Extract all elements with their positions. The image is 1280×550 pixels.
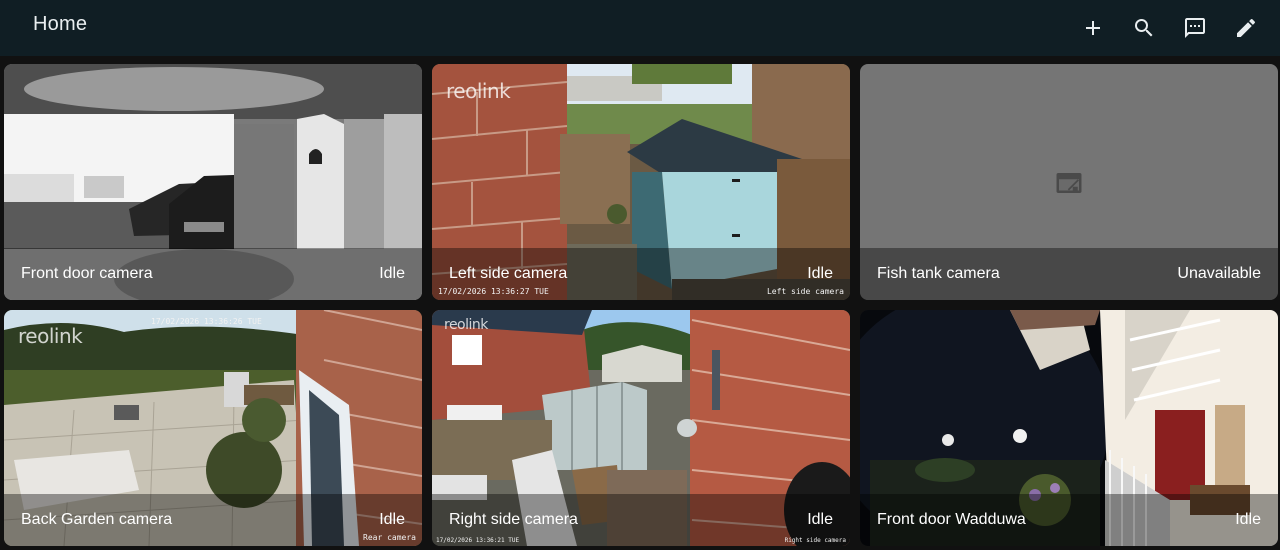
search-icon [1135, 19, 1153, 37]
reolink-logo: reolink [18, 324, 83, 348]
camera-card-right-side[interactable]: reolink Right side camera Idle 17/02/202… [432, 310, 850, 546]
camera-name: Left side camera [449, 265, 568, 282]
camera-card-front-door-wadduwa[interactable]: Front door Wadduwa Idle [860, 310, 1278, 546]
assist-button[interactable] [1175, 8, 1215, 48]
edit-button[interactable] [1226, 8, 1266, 48]
image-unavailable-icon [1056, 173, 1082, 193]
message-icon [1185, 18, 1205, 38]
plus-icon [1086, 21, 1100, 35]
search-button[interactable] [1124, 8, 1164, 48]
header-actions [1062, 8, 1266, 48]
camera-name: Right side camera [449, 511, 578, 528]
camera-state: Idle [1235, 511, 1261, 528]
camera-name: Back Garden camera [21, 511, 173, 528]
camera-state: Idle [807, 265, 833, 282]
camera-caption: Fish tank camera Unavailable [860, 248, 1278, 300]
camera-state: Idle [807, 511, 833, 528]
camera-card-left-side[interactable]: reolink Left side camera Idle 17/02/2026… [432, 64, 850, 300]
camera-caption: Front door Wadduwa Idle [860, 494, 1278, 546]
camera-caption: Back Garden camera Idle [4, 494, 422, 546]
camera-timestamp: 17/02/2026 13:36:27 TUE [438, 287, 549, 296]
camera-caption: Front door camera Idle [4, 248, 422, 300]
camera-state: Unavailable [1177, 265, 1261, 282]
camera-state: Idle [379, 511, 405, 528]
camera-timestamp: 17/02/2026 13:36:26 TUE [151, 317, 262, 326]
camera-card-back-garden[interactable]: reolink 17/02/2026 13:36:26 TUE Back Gar… [4, 310, 422, 546]
camera-name: Front door Wadduwa [877, 511, 1026, 528]
camera-overlay-label: Left side camera [766, 287, 844, 296]
camera-name: Front door camera [21, 265, 153, 282]
camera-overlay-label: Rear camera [363, 533, 416, 542]
camera-grid: Front door camera Idle reolink Left side… [4, 64, 1278, 546]
camera-state: Idle [379, 265, 405, 282]
page-title: Home [33, 13, 88, 35]
reolink-logo: reolink [446, 79, 511, 103]
reolink-logo: reolink [444, 317, 488, 333]
top-app-bar: Home [0, 0, 1280, 56]
camera-overlay-label: Right side camera [784, 537, 846, 544]
camera-card-fish-tank[interactable]: Fish tank camera Unavailable [860, 64, 1278, 300]
pencil-icon [1237, 18, 1256, 37]
camera-name: Fish tank camera [877, 265, 1000, 282]
add-button[interactable] [1073, 8, 1113, 48]
camera-card-front-door[interactable]: Front door camera Idle [4, 64, 422, 300]
camera-timestamp: 17/02/2026 13:36:21 TUE [436, 537, 520, 544]
